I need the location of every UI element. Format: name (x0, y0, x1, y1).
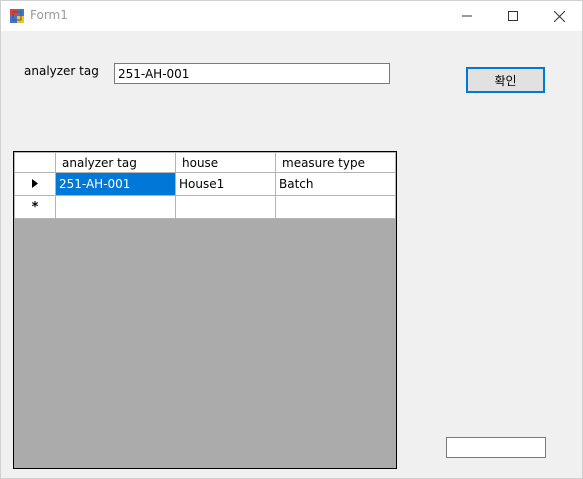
grid-header-row: analyzer tag house measure type (14, 152, 396, 173)
cell-measure-type[interactable]: Batch (275, 172, 396, 196)
close-button[interactable] (536, 1, 582, 31)
column-header-measure-type[interactable]: measure type (275, 152, 396, 173)
current-row-arrow-icon (32, 179, 38, 188)
new-row-asterisk-icon: * (31, 199, 39, 215)
secondary-input[interactable] (446, 437, 546, 458)
analyzer-tag-label: analyzer tag (24, 64, 99, 78)
cell-house[interactable] (175, 195, 276, 219)
minimize-button[interactable] (444, 1, 490, 31)
new-row[interactable]: * (14, 195, 396, 219)
row-header[interactable] (14, 172, 56, 196)
cell-measure-type[interactable] (275, 195, 396, 219)
data-grid-table: analyzer tag house measure type 251-AH-0… (14, 152, 396, 219)
maximize-button[interactable] (490, 1, 536, 31)
column-header-house[interactable]: house (175, 152, 276, 173)
cell-analyzer-tag[interactable] (55, 195, 176, 219)
form1-window: Form1 analyzer tag 확인 analyzer tag house… (0, 0, 583, 479)
data-grid[interactable]: analyzer tag house measure type 251-AH-0… (13, 151, 397, 469)
window-title: Form1 (30, 8, 68, 22)
row-header[interactable]: * (14, 195, 56, 219)
analyzer-tag-input[interactable] (114, 63, 390, 84)
maximize-icon (508, 11, 518, 21)
title-bar[interactable]: Form1 (1, 1, 582, 31)
close-icon (553, 10, 565, 22)
minimize-icon (462, 15, 472, 17)
winforms-app-icon (10, 9, 24, 23)
column-header-analyzer-tag[interactable]: analyzer tag (55, 152, 176, 173)
confirm-button[interactable]: 확인 (466, 67, 545, 93)
table-row[interactable]: 251-AH-001 House1 Batch (14, 172, 396, 196)
grid-corner-header[interactable] (14, 152, 56, 173)
cell-house[interactable]: House1 (175, 172, 276, 196)
cell-analyzer-tag[interactable]: 251-AH-001 (55, 172, 176, 196)
